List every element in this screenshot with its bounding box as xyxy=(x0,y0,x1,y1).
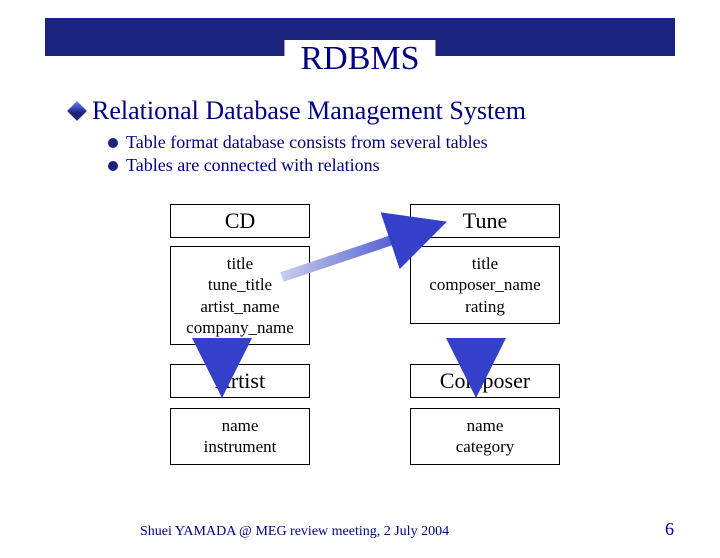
dot-icon xyxy=(108,138,118,148)
footer-author: Shuei YAMADA @ MEG review meeting, 2 Jul… xyxy=(140,524,449,540)
composer-field: name xyxy=(411,415,559,436)
dot-icon xyxy=(108,161,118,171)
entity-tune-title-box: Tune xyxy=(410,204,560,238)
entity-composer-body: name category xyxy=(410,408,560,465)
sub-text: Tables are connected with relations xyxy=(126,155,380,176)
page-number: 6 xyxy=(665,519,674,540)
entity-artist-title-box: Artist xyxy=(170,364,310,398)
cd-field: company_name xyxy=(171,317,309,338)
content-area: Relational Database Management System Ta… xyxy=(0,78,720,176)
entity-artist-body: name instrument xyxy=(170,408,310,465)
tune-field: title xyxy=(411,253,559,274)
bullet-main: Relational Database Management System xyxy=(70,96,660,126)
entity-cd-title-box: CD xyxy=(170,204,310,238)
cd-field: artist_name xyxy=(171,296,309,317)
bullet-text: Relational Database Management System xyxy=(92,96,526,126)
composer-field: category xyxy=(411,436,559,457)
entity-cd-title: CD xyxy=(171,205,309,238)
artist-field: instrument xyxy=(171,436,309,457)
entity-cd-body: title tune_title artist_name company_nam… xyxy=(170,246,310,345)
entity-artist-title: Artist xyxy=(171,365,309,398)
entity-composer-title-box: Composer xyxy=(410,364,560,398)
diamond-icon xyxy=(67,101,87,121)
sub-text: Table format database consists from seve… xyxy=(126,132,488,153)
entity-composer-title: Composer xyxy=(411,365,559,398)
entity-tune-title: Tune xyxy=(411,205,559,238)
tune-field: rating xyxy=(411,296,559,317)
slide-title: RDBMS xyxy=(284,40,435,78)
sub-bullet-2: Tables are connected with relations xyxy=(108,155,660,176)
artist-field: name xyxy=(171,415,309,436)
sub-bullet-1: Table format database consists from seve… xyxy=(108,132,660,153)
cd-field: title xyxy=(171,253,309,274)
entity-tune-body: title composer_name rating xyxy=(410,246,560,324)
cd-field: tune_title xyxy=(171,274,309,295)
tune-field: composer_name xyxy=(411,274,559,295)
